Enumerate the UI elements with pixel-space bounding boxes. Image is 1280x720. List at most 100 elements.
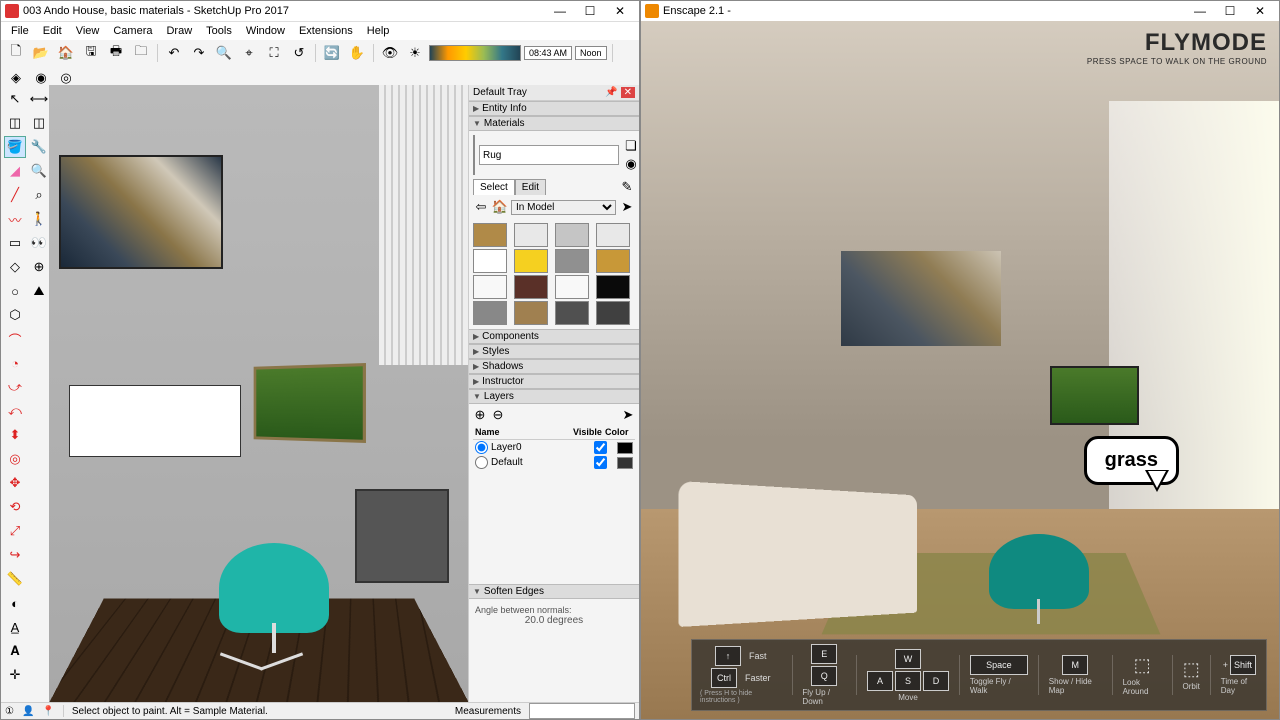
status-icon-3[interactable]: 📍 bbox=[42, 706, 54, 717]
protractor-icon[interactable]: ◐ bbox=[4, 592, 26, 614]
folder-icon[interactable]: 🗀 bbox=[130, 42, 152, 64]
wrench-icon[interactable]: 🔧 bbox=[28, 136, 50, 158]
layer-active-radio[interactable] bbox=[475, 441, 488, 454]
scale-icon[interactable]: ⤢ bbox=[4, 520, 26, 542]
pan-icon[interactable]: ✋ bbox=[346, 42, 368, 64]
sandbox-icon[interactable]: ⛰ bbox=[28, 280, 50, 302]
rotate-icon[interactable]: ⟲ bbox=[4, 496, 26, 518]
pushpull-icon[interactable]: ⬍ bbox=[4, 424, 26, 446]
layers-panel[interactable]: Layers bbox=[469, 389, 639, 404]
material-preview-swatch[interactable] bbox=[473, 135, 475, 175]
redo-icon[interactable]: ↷ bbox=[188, 42, 210, 64]
menu-tools[interactable]: Tools bbox=[200, 24, 238, 38]
menu-file[interactable]: File bbox=[5, 24, 35, 38]
library-select[interactable]: In Model bbox=[511, 200, 616, 215]
measurements-input[interactable] bbox=[529, 703, 635, 719]
select-tab[interactable]: Select bbox=[473, 179, 515, 195]
print-icon[interactable]: 🖶 bbox=[105, 42, 127, 64]
default-material-icon[interactable]: ◉ bbox=[623, 156, 639, 172]
axes-tool-icon[interactable]: ✛ bbox=[4, 664, 26, 686]
rectangle-icon[interactable]: ▭ bbox=[4, 232, 26, 254]
material-swatch-4[interactable] bbox=[473, 249, 507, 273]
material-swatch-9[interactable] bbox=[514, 275, 548, 299]
soften-edges-panel[interactable]: Soften Edges bbox=[469, 584, 639, 599]
text-icon[interactable]: A̲ bbox=[4, 616, 26, 638]
zoom-tool-icon[interactable]: 🔍 bbox=[28, 160, 50, 182]
position-icon[interactable]: ⊕ bbox=[28, 256, 50, 278]
minimize-button[interactable]: — bbox=[545, 1, 575, 21]
component-icon[interactable]: ◫ bbox=[4, 112, 26, 134]
remove-layer-icon[interactable]: ⊖ bbox=[491, 408, 505, 422]
zoomwin-tool-icon[interactable]: ⌕ bbox=[28, 184, 50, 206]
line-tool-icon[interactable]: ╱ bbox=[4, 184, 26, 206]
menu-view[interactable]: View bbox=[70, 24, 106, 38]
freehand-icon[interactable]: 〰 bbox=[4, 208, 26, 230]
arc-icon[interactable]: ⌒ bbox=[4, 328, 26, 350]
layer-row[interactable]: Default bbox=[473, 455, 635, 470]
components-panel[interactable]: Components bbox=[469, 329, 639, 344]
arc3-icon[interactable]: ⤺ bbox=[4, 400, 26, 422]
status-icon-1[interactable]: ① bbox=[5, 706, 14, 717]
tray-close-icon[interactable]: ✕ bbox=[621, 87, 635, 98]
material-name-input[interactable] bbox=[479, 145, 619, 165]
previous-icon[interactable]: ↺ bbox=[288, 42, 310, 64]
shadows-panel[interactable]: Shadows bbox=[469, 359, 639, 374]
layer-row[interactable]: Layer0 bbox=[473, 440, 635, 455]
material-swatch-10[interactable] bbox=[555, 275, 589, 299]
section-tool-icon[interactable]: ◫ bbox=[28, 112, 50, 134]
layer-color-swatch[interactable] bbox=[617, 457, 633, 469]
layer-active-radio[interactable] bbox=[475, 456, 488, 469]
arc2-icon[interactable]: ⤻ bbox=[4, 376, 26, 398]
material-swatch-14[interactable] bbox=[555, 301, 589, 325]
entity-info-panel[interactable]: Entity Info bbox=[469, 101, 639, 116]
sketchup-viewport[interactable] bbox=[49, 85, 469, 703]
instructor-panel[interactable]: Instructor bbox=[469, 374, 639, 389]
maximize-button[interactable]: ☐ bbox=[575, 1, 605, 21]
pie-icon[interactable]: ◔ bbox=[4, 352, 26, 374]
offset-icon[interactable]: ◎ bbox=[4, 448, 26, 470]
material-swatch-2[interactable] bbox=[555, 223, 589, 247]
details-arrow-icon[interactable]: ➤ bbox=[619, 199, 635, 215]
material-swatch-3[interactable] bbox=[596, 223, 630, 247]
menu-camera[interactable]: Camera bbox=[107, 24, 158, 38]
material-swatch-0[interactable] bbox=[473, 223, 507, 247]
close-button[interactable]: ✕ bbox=[605, 1, 635, 21]
open-file-icon[interactable]: 📂 bbox=[30, 42, 52, 64]
zoom-extents-icon[interactable]: ⛶ bbox=[263, 42, 285, 64]
circle-icon[interactable]: ○ bbox=[4, 280, 26, 302]
material-swatch-6[interactable] bbox=[555, 249, 589, 273]
materials-panel[interactable]: Materials bbox=[469, 116, 639, 131]
menu-draw[interactable]: Draw bbox=[160, 24, 198, 38]
material-swatch-5[interactable] bbox=[514, 249, 548, 273]
home-icon[interactable]: 🏠 bbox=[55, 42, 77, 64]
layer-details-icon[interactable]: ➤ bbox=[621, 408, 635, 422]
layer-visible-checkbox[interactable] bbox=[594, 441, 607, 454]
eraser-icon[interactable]: ◢ bbox=[4, 160, 26, 182]
menu-extensions[interactable]: Extensions bbox=[293, 24, 359, 38]
orbit-icon[interactable]: 🔄 bbox=[321, 42, 343, 64]
material-swatch-11[interactable] bbox=[596, 275, 630, 299]
xray-icon[interactable]: 👁 bbox=[379, 42, 401, 64]
polygon-icon[interactable]: ⬡ bbox=[4, 304, 26, 326]
layer-color-swatch[interactable] bbox=[617, 442, 633, 454]
menu-help[interactable]: Help bbox=[361, 24, 396, 38]
paint-bucket-icon[interactable]: 🪣 bbox=[4, 136, 26, 158]
menu-edit[interactable]: Edit bbox=[37, 24, 68, 38]
back-arrow-icon[interactable]: ⇦ bbox=[473, 199, 489, 215]
noon-button[interactable]: Noon bbox=[575, 46, 607, 60]
3dtext-icon[interactable]: 𝐀 bbox=[4, 640, 26, 662]
enscape-maximize-button[interactable]: ☐ bbox=[1215, 1, 1245, 21]
zoom-window-icon[interactable]: ⌖ bbox=[238, 42, 260, 64]
undo-icon[interactable]: ↶ bbox=[163, 42, 185, 64]
create-material-icon[interactable]: ❏ bbox=[623, 138, 639, 154]
followme-icon[interactable]: ↪ bbox=[4, 544, 26, 566]
shadows-toggle-icon[interactable]: ☀ bbox=[404, 42, 426, 64]
new-file-icon[interactable]: 🗋 bbox=[5, 42, 27, 64]
move-icon[interactable]: ✥ bbox=[4, 472, 26, 494]
save-icon[interactable]: 🖫 bbox=[80, 42, 102, 64]
material-swatch-13[interactable] bbox=[514, 301, 548, 325]
material-swatch-8[interactable] bbox=[473, 275, 507, 299]
enscape-close-button[interactable]: ✕ bbox=[1245, 1, 1275, 21]
zoom-icon[interactable]: 🔍 bbox=[213, 42, 235, 64]
enscape-viewport[interactable]: FLYMODE PRESS SPACE TO WALK ON THE GROUN… bbox=[641, 21, 1279, 719]
